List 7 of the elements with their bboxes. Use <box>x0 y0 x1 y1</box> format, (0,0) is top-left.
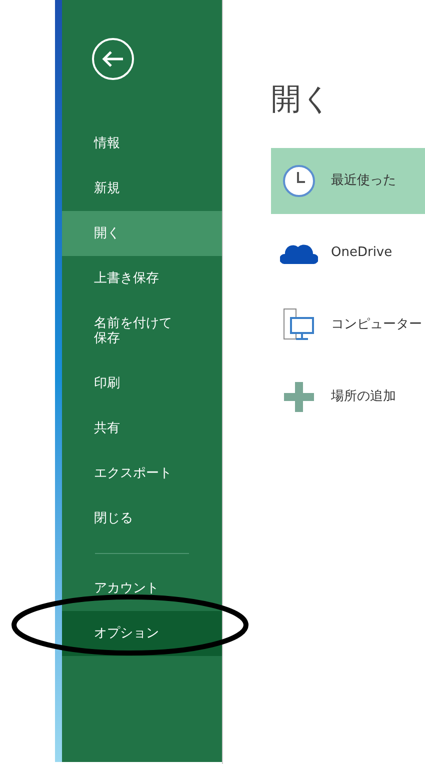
place-item[interactable]: 最近使った <box>271 148 425 214</box>
page-title: 開く <box>271 81 333 119</box>
computer-icon <box>282 308 316 342</box>
menu-item[interactable]: 開く <box>62 211 222 256</box>
clock-icon <box>282 164 316 198</box>
plus-icon <box>284 382 314 412</box>
back-button[interactable] <box>91 37 135 81</box>
